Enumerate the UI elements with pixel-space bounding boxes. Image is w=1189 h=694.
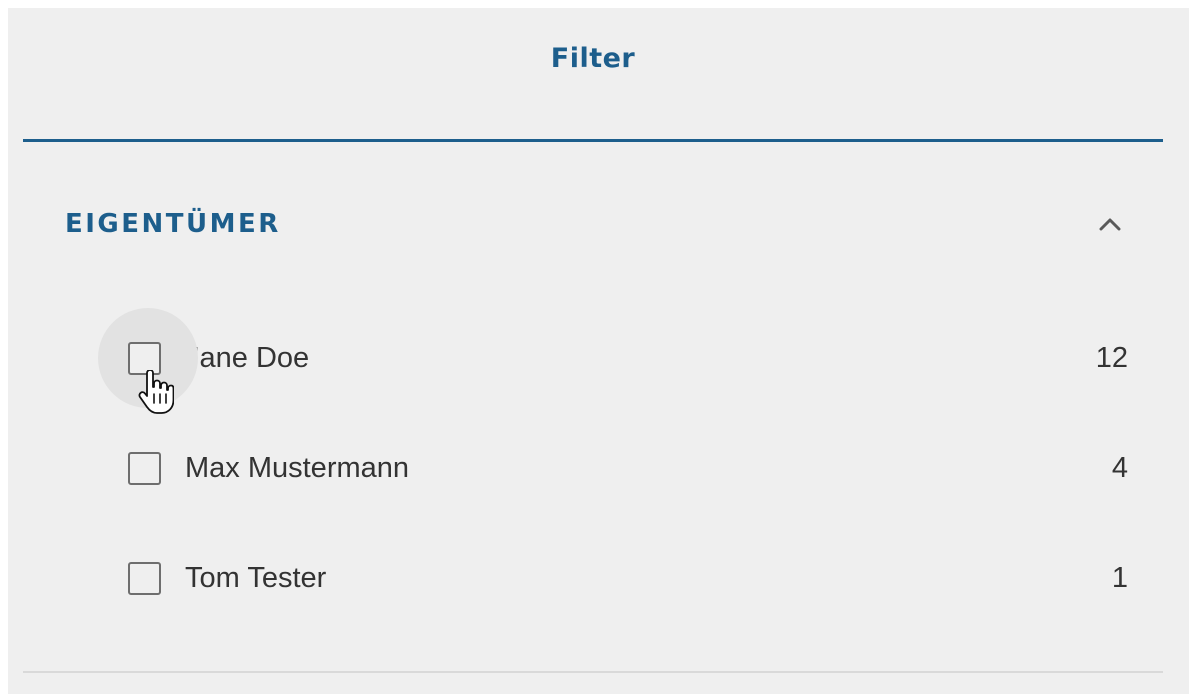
owner-option-jane-doe[interactable]: Jane Doe 12 — [128, 333, 1128, 383]
option-count: 4 — [1111, 451, 1128, 484]
checkbox[interactable] — [128, 451, 161, 485]
owner-option-tom-tester[interactable]: Tom Tester 1 — [128, 553, 1128, 603]
checkbox[interactable] — [128, 561, 161, 595]
filter-panel: Filter EIGENTÜMER Jane Doe 12 Max Muster… — [8, 8, 1189, 694]
checkbox[interactable] — [128, 341, 161, 375]
owner-section-title: EIGENTÜMER — [65, 209, 281, 239]
section-divider — [23, 671, 1163, 673]
option-label: Tom Tester — [185, 561, 327, 594]
chevron-up-icon[interactable] — [1095, 209, 1125, 239]
option-label: Jane Doe — [185, 341, 310, 374]
option-label: Max Mustermann — [185, 451, 410, 484]
filter-tab[interactable]: Filter — [23, 8, 1163, 142]
filter-tab-label: Filter — [550, 43, 636, 74]
owner-option-max-mustermann[interactable]: Max Mustermann 4 — [128, 443, 1128, 493]
option-count: 12 — [1095, 341, 1128, 374]
owner-section-header[interactable]: EIGENTÜMER — [65, 194, 1125, 254]
option-count: 1 — [1111, 561, 1128, 594]
